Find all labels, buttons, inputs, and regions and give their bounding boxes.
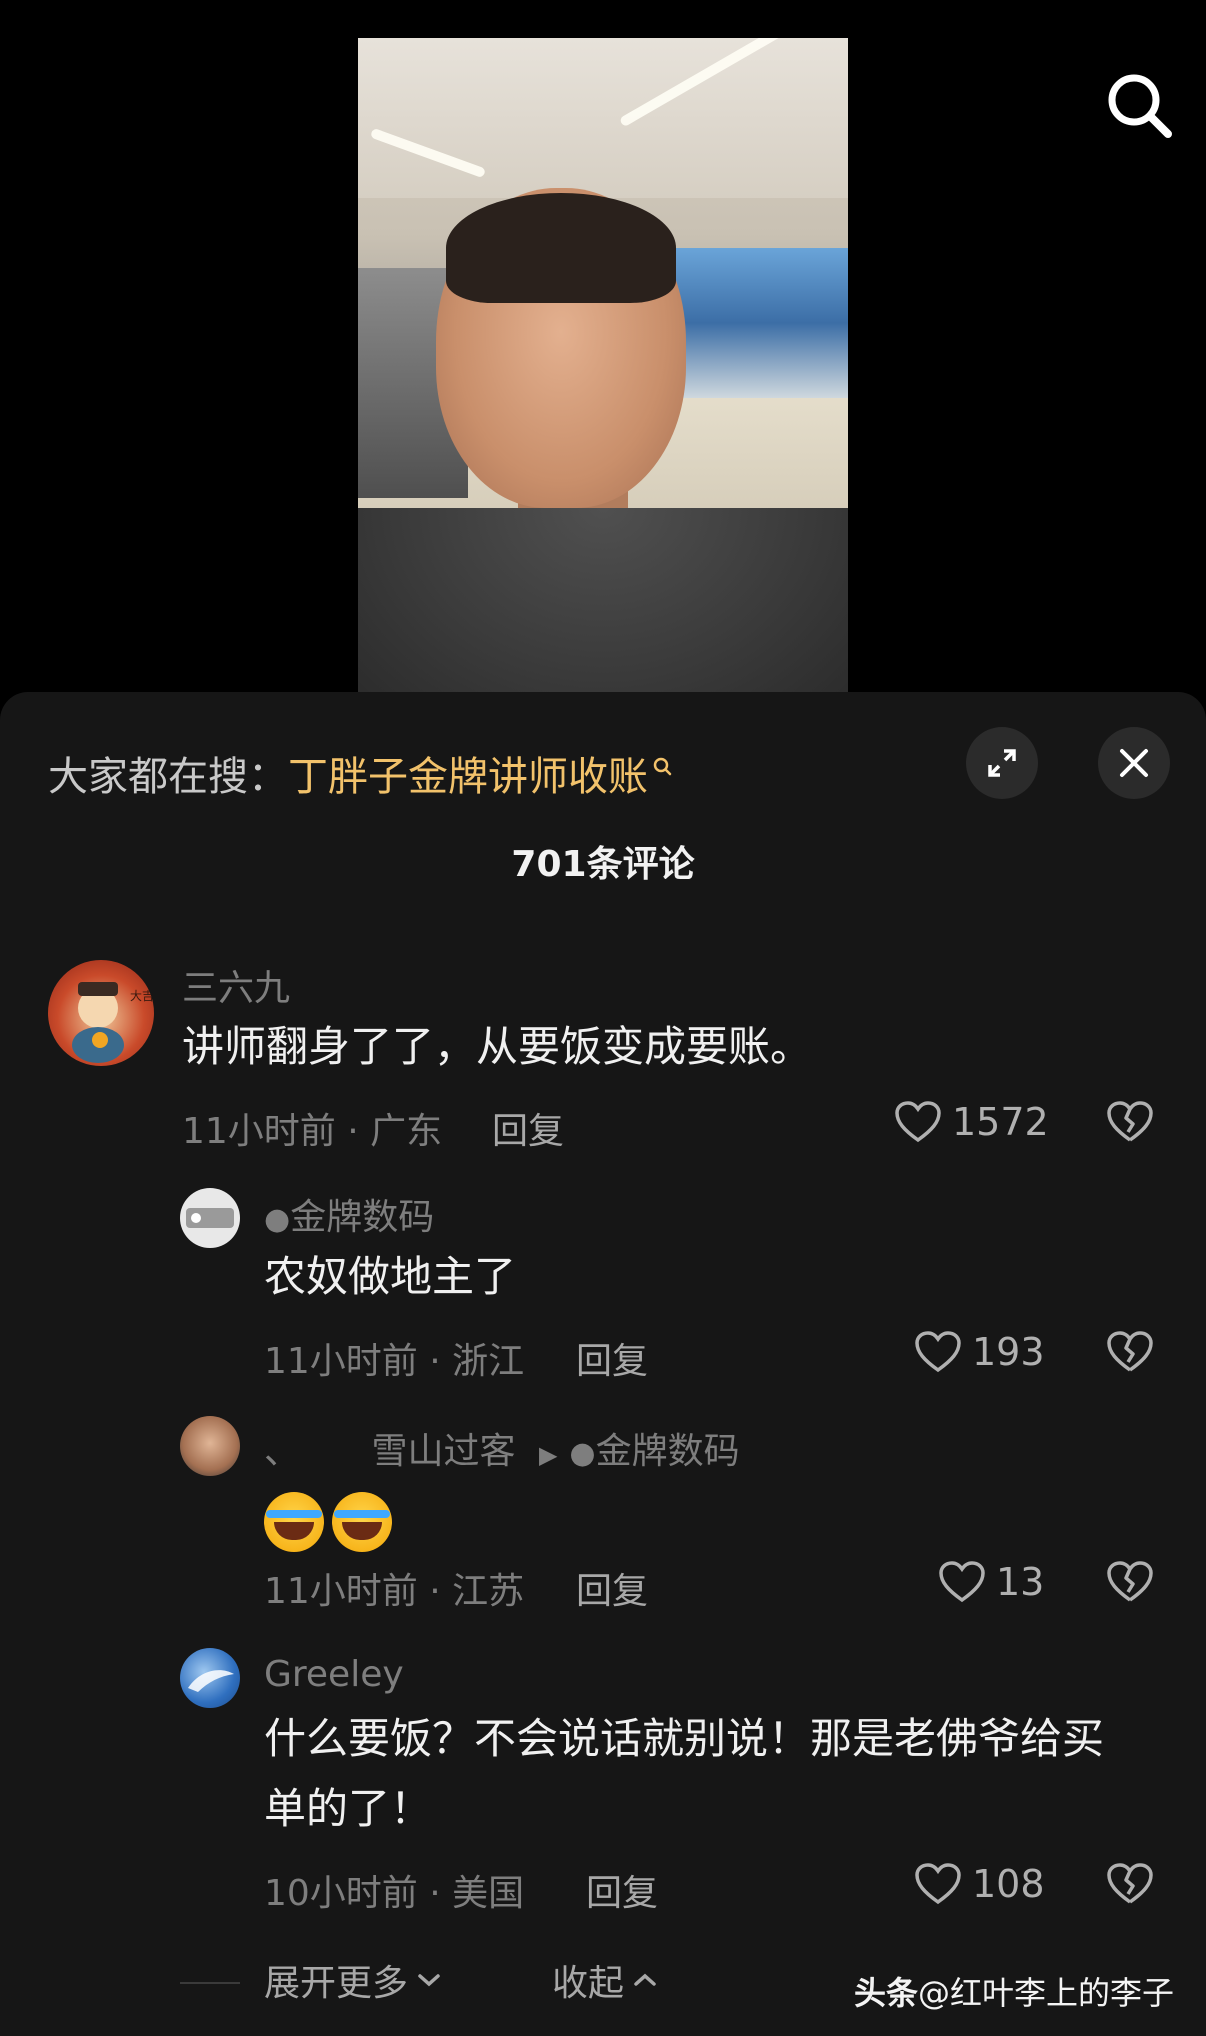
collapse-button[interactable]: 收起 — [552, 1954, 658, 2006]
video-hair — [446, 193, 676, 303]
dislike-button[interactable] — [1106, 1560, 1154, 1608]
like-button[interactable]: 13 — [938, 1560, 1044, 1604]
reply-button[interactable]: 回复 — [576, 1562, 648, 1614]
reply-to-author[interactable]: 金牌数码 — [596, 1431, 740, 1472]
expand-icon — [988, 749, 1016, 777]
svg-text:大吉: 大吉 — [130, 989, 154, 1003]
reply-button[interactable]: 回复 — [586, 1864, 658, 1916]
watermark-user: @红叶李上的李子 — [917, 1974, 1174, 2012]
like-button[interactable]: 1572 — [894, 1100, 1049, 1144]
chevron-down-icon — [418, 1974, 440, 1987]
comment-author[interactable]: 三六九 — [182, 959, 290, 1011]
reply-button[interactable]: 回复 — [492, 1102, 564, 1154]
fullscreen-button[interactable] — [966, 727, 1038, 799]
comment-text-line1: 什么要饭？不会说话就别说！那是老佛爷给买 — [264, 1714, 1105, 1763]
comment-time-location: 10小时前 · 美国 — [264, 1873, 525, 1914]
video-ceiling — [358, 38, 848, 198]
video-shirt — [358, 508, 848, 692]
search-icon[interactable] — [1104, 70, 1174, 140]
expand-more-button[interactable]: 展开更多 — [264, 1954, 442, 2006]
video-shelf — [658, 248, 848, 398]
comment-sheet: 大家都在搜：丁胖子金牌讲师收账 701条评论 大吉 三六九 讲师翻身了了，从要饭… — [0, 692, 1206, 2036]
like-count: 1572 — [952, 1100, 1049, 1144]
watermark-brand: 头条 — [853, 1974, 918, 2012]
apple-icon: ● — [264, 1202, 291, 1237]
heart-icon — [915, 1331, 961, 1373]
apple-icon: ● — [569, 1436, 596, 1471]
comment-text: 讲师翻身了了，从要饭变成要账。 — [182, 1022, 813, 1071]
author-prefix: 、 — [264, 1431, 301, 1472]
dislike-button[interactable] — [1106, 1330, 1154, 1378]
video-player[interactable] — [358, 38, 848, 692]
comment-text-line2: 单的了！ — [264, 1784, 433, 1833]
comment-emojis — [264, 1484, 400, 1554]
dislike-button[interactable] — [1106, 1862, 1154, 1910]
expand-more-label: 展开更多 — [264, 1963, 409, 2004]
like-count: 193 — [972, 1330, 1045, 1374]
comment-count: 701条评论 — [511, 844, 695, 885]
comment-text: 农奴做地主了 — [264, 1252, 517, 1301]
reply-button[interactable]: 回复 — [576, 1332, 648, 1384]
dislike-button[interactable] — [1106, 1100, 1154, 1148]
heart-icon — [939, 1561, 985, 1603]
comment-time-location: 11小时前 · 浙江 — [264, 1341, 525, 1382]
comment-author[interactable]: ●金牌数码 — [264, 1188, 434, 1240]
heart-icon — [915, 1863, 961, 1905]
like-button[interactable]: 193 — [914, 1330, 1045, 1374]
chevron-up-icon — [634, 1973, 656, 1986]
comment-time-location: 11小时前 · 江苏 — [264, 1571, 525, 1612]
divider — [180, 1982, 240, 1984]
close-button[interactable] — [1098, 727, 1170, 799]
trending-prefix: 大家都在搜： — [48, 754, 288, 800]
like-button[interactable]: 108 — [914, 1862, 1045, 1906]
close-icon — [1120, 749, 1148, 777]
broken-heart-icon — [1107, 1561, 1153, 1602]
like-count: 13 — [996, 1560, 1045, 1604]
like-count: 108 — [972, 1862, 1045, 1906]
watermark: 头条@红叶李上的李子 — [854, 1968, 1174, 2014]
reply-author[interactable]: 雪山过客 — [371, 1431, 515, 1472]
heart-icon — [895, 1101, 941, 1143]
avatar[interactable] — [180, 1416, 240, 1476]
laughing-crying-emoji-icon — [264, 1491, 324, 1552]
comment-author[interactable]: Greeley — [264, 1654, 404, 1695]
comment-author: 、 雪山过客 ▶ ●金牌数码 — [264, 1422, 740, 1474]
trending-search[interactable]: 大家都在搜：丁胖子金牌讲师收账 — [48, 744, 674, 802]
avatar[interactable] — [180, 1648, 240, 1708]
avatar[interactable] — [180, 1188, 240, 1248]
comment-time-location: 11小时前 · 广东 — [182, 1111, 443, 1152]
reply-arrow-icon: ▶ — [538, 1441, 558, 1469]
broken-heart-icon — [1107, 1331, 1153, 1372]
search-small-icon — [652, 744, 674, 790]
avatar[interactable]: 大吉 — [48, 960, 154, 1066]
broken-heart-icon — [1107, 1863, 1153, 1904]
trending-query[interactable]: 丁胖子金牌讲师收账 — [288, 754, 648, 800]
laughing-crying-emoji-icon — [332, 1491, 392, 1552]
broken-heart-icon — [1107, 1101, 1153, 1142]
collapse-label: 收起 — [552, 1963, 625, 2004]
